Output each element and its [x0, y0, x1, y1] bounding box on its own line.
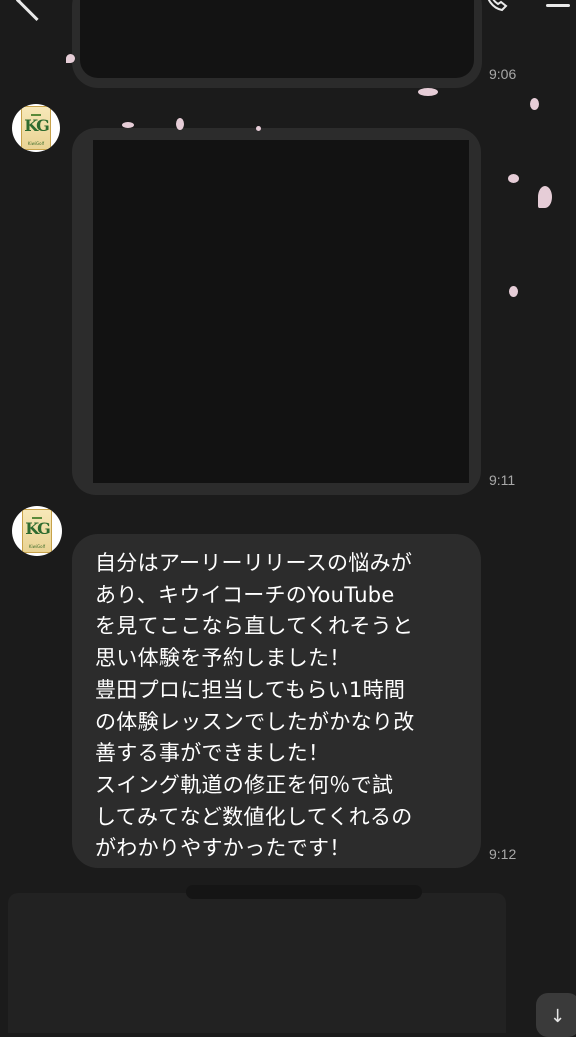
avatar[interactable]: KG KiwiGolf: [12, 506, 62, 556]
petal-icon: [66, 54, 75, 63]
back-chevron-icon[interactable]: [15, 0, 58, 22]
petal-icon: [176, 118, 184, 130]
avatar-letters: KG: [25, 519, 51, 538]
crown-icon: [32, 512, 42, 519]
petal-icon: [418, 88, 438, 96]
message-time: 9:06: [489, 66, 517, 82]
petal-icon: [509, 286, 518, 297]
petal-icon: [122, 122, 134, 128]
avatar[interactable]: KG KiwiGolf: [12, 104, 60, 152]
message-text: 自分はアーリーリリースの悩みが あり、キウイコーチのYouTube を見てここな…: [95, 551, 415, 861]
date-separator: [186, 885, 422, 899]
text-message-bubble[interactable]: 自分はアーリーリリースの悩みが あり、キウイコーチのYouTube を見てここな…: [72, 534, 481, 868]
avatar-letters: KG: [24, 116, 50, 135]
next-message-bubble[interactable]: [8, 893, 506, 1033]
phone-icon[interactable]: [484, 0, 512, 12]
petal-icon: [256, 126, 261, 131]
avatar-caption: KiwiGolf: [28, 544, 46, 549]
petal-icon: [530, 98, 539, 110]
crown-icon: [31, 109, 41, 116]
petal-icon: [508, 174, 519, 183]
petal-icon: [538, 186, 552, 208]
kiwigolf-logo-icon: KG KiwiGolf: [21, 106, 51, 150]
scroll-to-bottom-button[interactable]: ↓: [536, 993, 576, 1037]
image-content[interactable]: [93, 140, 469, 483]
kiwigolf-logo-icon: KG KiwiGolf: [22, 509, 52, 553]
avatar-caption: KiwiGolf: [27, 141, 45, 146]
message-time: 9:11: [489, 472, 516, 488]
menu-icon[interactable]: [546, 4, 570, 7]
message-time: 9:12: [489, 846, 517, 862]
media-content: [80, 0, 474, 78]
